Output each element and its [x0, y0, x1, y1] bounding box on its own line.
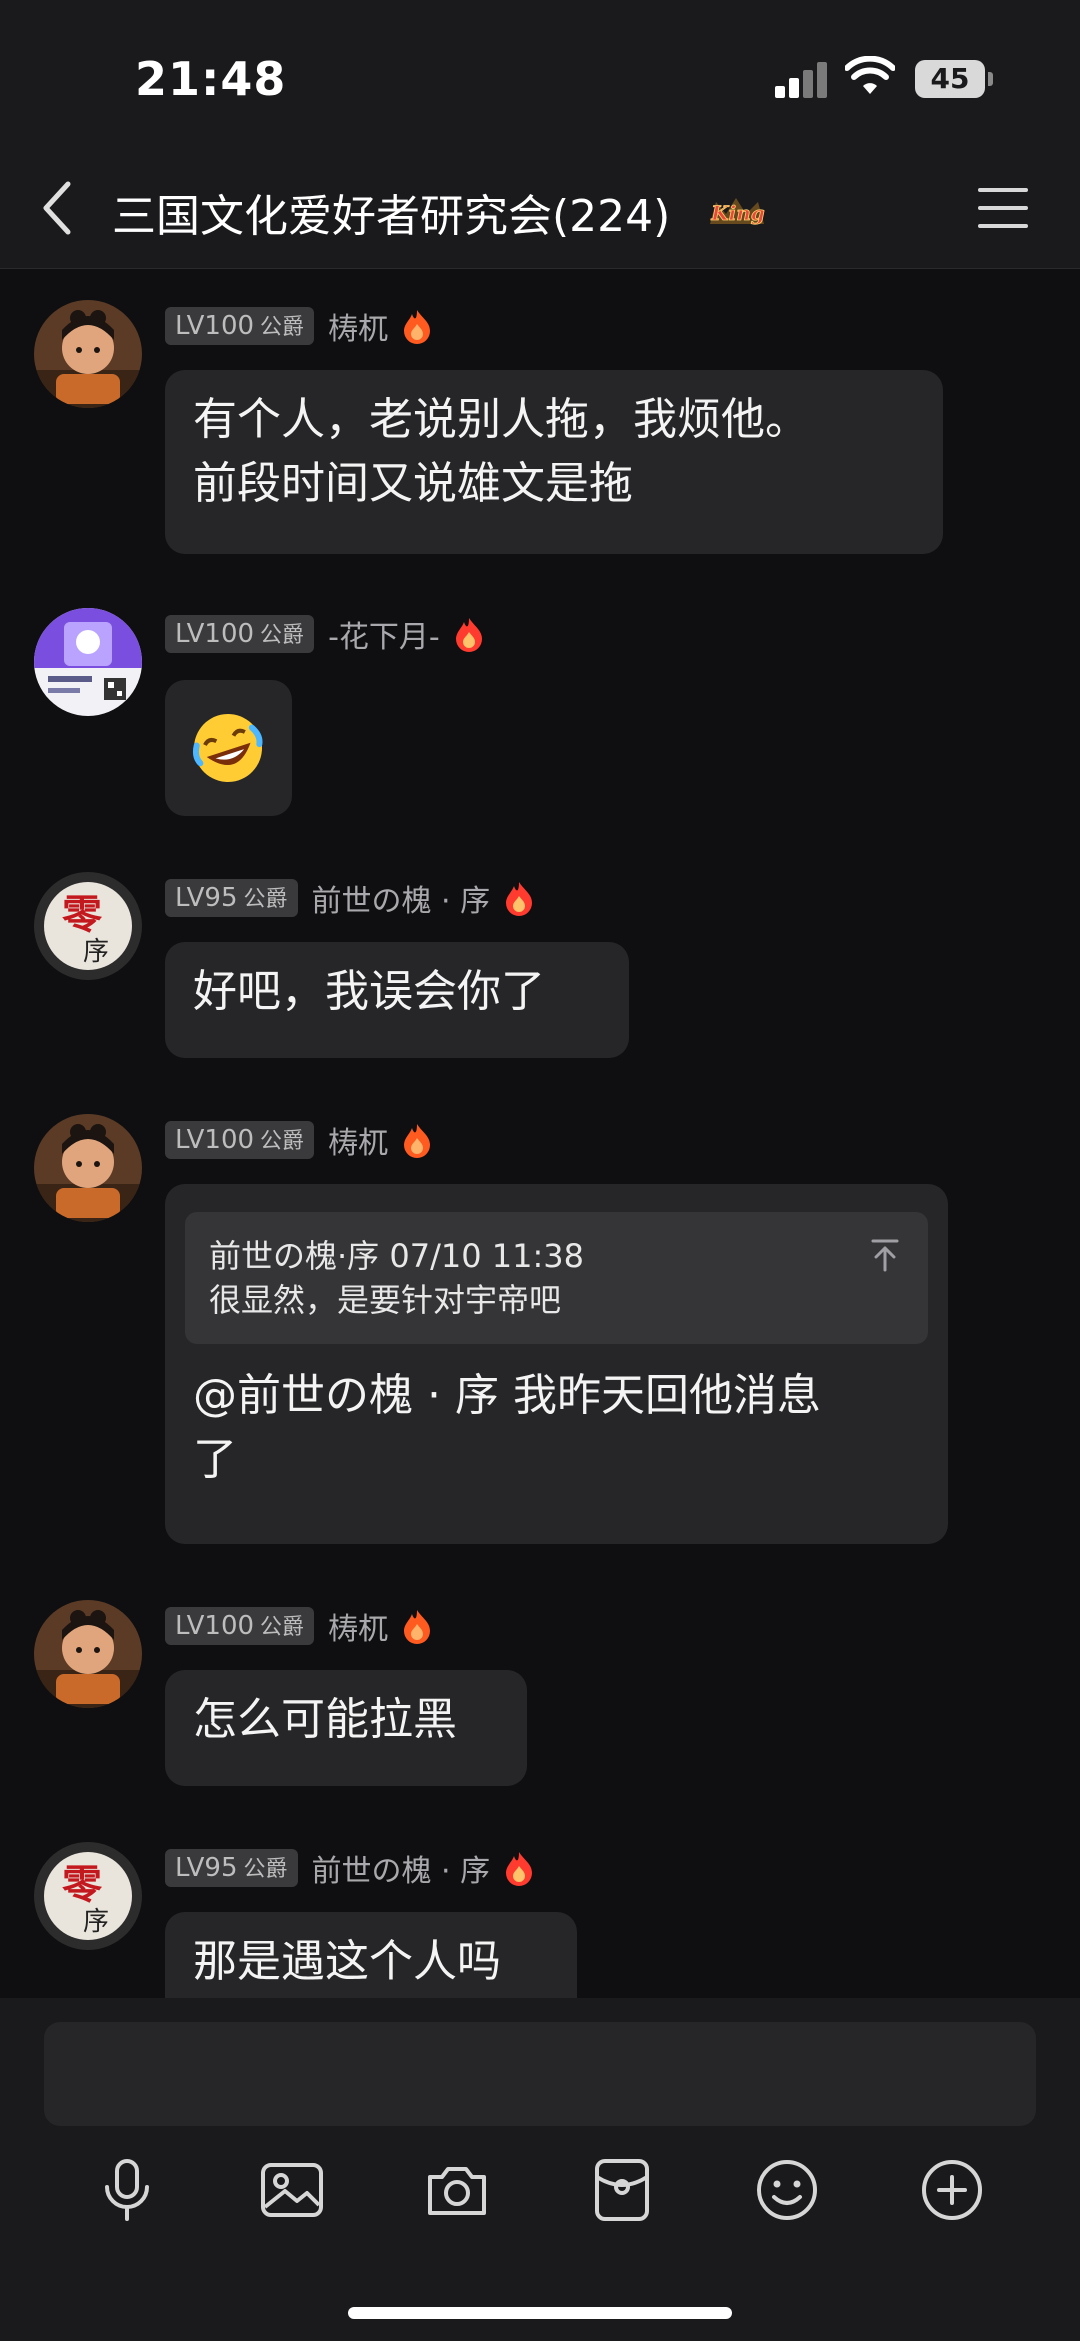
flame-icon [404, 1610, 431, 1644]
image-icon[interactable] [257, 2155, 327, 2225]
home-indicator [348, 2307, 732, 2319]
level-badge: LV100 公爵 [165, 307, 315, 345]
message-bubble[interactable]: 怎么可能拉黑 [165, 1670, 527, 1786]
sender-name[interactable]: 梼杌 [328, 1604, 388, 1648]
camera-icon[interactable] [422, 2155, 492, 2225]
flame-icon [506, 1852, 533, 1886]
message-input[interactable] [44, 2022, 1036, 2126]
status-time: 21:48 [135, 52, 287, 106]
red-packet-icon[interactable] [587, 2155, 657, 2225]
avatar[interactable] [34, 1114, 142, 1222]
sender-name[interactable]: -花下月- [328, 612, 440, 656]
battery-indicator: 45 [915, 60, 985, 98]
emoji-icon[interactable] [752, 2155, 822, 2225]
quote-body: 很显然，是要针对宇帝吧 [209, 1281, 562, 1319]
sender-name[interactable]: 前世の槐 · 序 [312, 1846, 491, 1890]
battery-cap [988, 72, 993, 86]
laughing-emoji-icon [192, 714, 263, 782]
sender-name[interactable]: 梼杌 [328, 1118, 388, 1162]
quote-header: 前世の槐·序 07/10 11:38 [209, 1237, 584, 1275]
svg-text:序: 序 [83, 937, 109, 967]
svg-text:序: 序 [83, 1907, 109, 1937]
avatar[interactable] [34, 300, 142, 408]
avatar[interactable] [34, 1600, 142, 1708]
chat-header: 三国文化爱好者研究会(224) King [0, 150, 1080, 269]
svg-text:King: King [710, 201, 765, 225]
status-bar: 21:48 45 [0, 0, 1080, 150]
flame-icon [404, 310, 431, 344]
avatar[interactable]: 零 序 [34, 872, 142, 980]
avatar[interactable] [34, 608, 142, 716]
plus-icon[interactable] [917, 2155, 987, 2225]
quoted-message[interactable]: 前世の槐·序 07/10 11:38 很显然，是要针对宇帝吧 [185, 1212, 928, 1344]
message-bubble[interactable]: 有个人，老说别人拖，我烦他。 前段时间又说雄文是拖 [165, 370, 943, 554]
message-bubble[interactable]: 前世の槐·序 07/10 11:38 很显然，是要针对宇帝吧 @前世の槐 · 序… [165, 1184, 948, 1544]
level-badge: LV95 公爵 [165, 1849, 298, 1887]
svg-text:零: 零 [62, 891, 103, 938]
flame-icon [404, 1124, 431, 1158]
svg-text:零: 零 [62, 1861, 103, 1908]
microphone-icon[interactable] [92, 2155, 162, 2225]
wifi-icon [845, 56, 895, 94]
flame-icon [455, 618, 482, 652]
group-title[interactable]: 三国文化爱好者研究会(224) [112, 180, 670, 244]
cellular-signal-icon [775, 58, 831, 98]
input-area [0, 1998, 1080, 2341]
king-badge-icon: King [710, 198, 765, 225]
back-arrow-icon[interactable] [38, 178, 78, 238]
avatar[interactable]: 零 序 [34, 1842, 142, 1950]
menu-icon[interactable] [978, 188, 1028, 228]
level-badge: LV100 公爵 [165, 615, 315, 653]
sender-name[interactable]: 梼杌 [328, 304, 388, 348]
level-badge: LV95 公爵 [165, 879, 298, 917]
sender-name[interactable]: 前世の槐 · 序 [312, 876, 491, 920]
message-text: @前世の槐 · 序 我昨天回他消息 了 [193, 1370, 821, 1485]
level-badge: LV100 公爵 [165, 1607, 315, 1645]
jump-to-original-icon[interactable] [870, 1238, 900, 1272]
message-bubble[interactable]: 好吧，我误会你了 [165, 942, 629, 1058]
level-badge: LV100 公爵 [165, 1121, 315, 1159]
message-bubble[interactable] [165, 680, 292, 816]
flame-icon [506, 882, 533, 916]
